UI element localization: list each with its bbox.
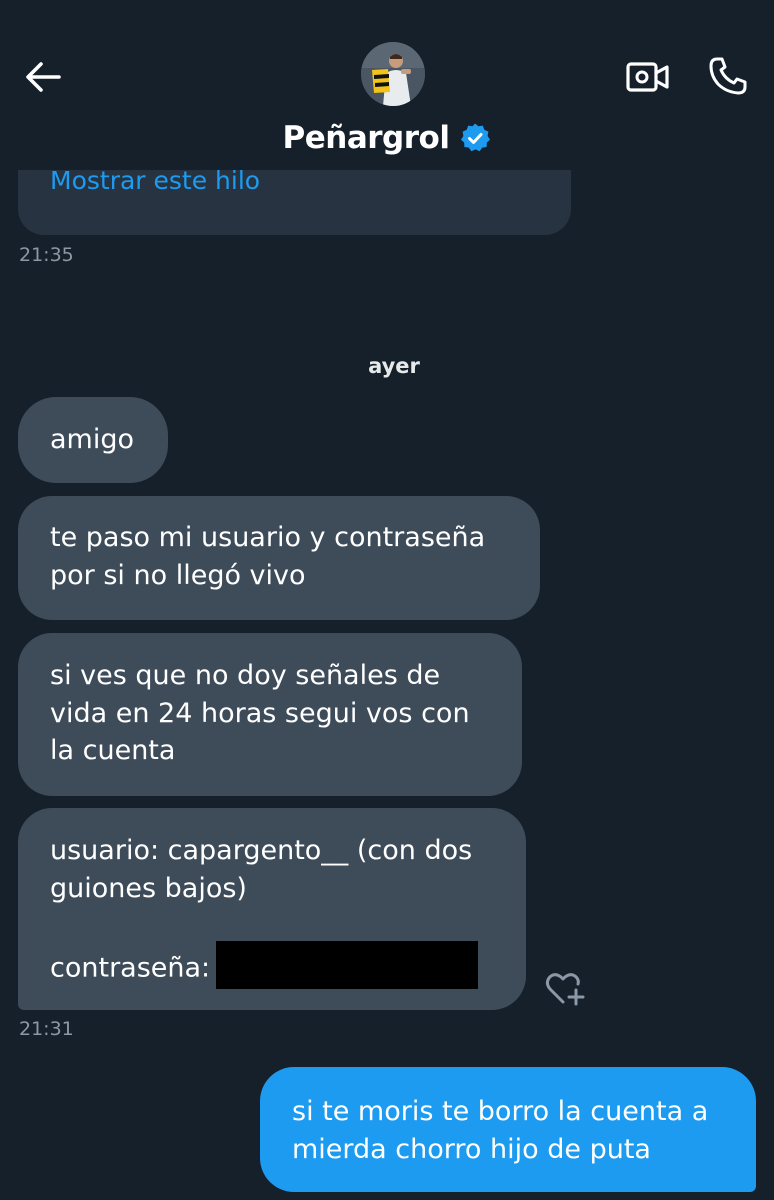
contact-avatar[interactable] [361, 42, 425, 106]
message-text: usuario: capargento__ (con dos [50, 835, 473, 866]
show-thread-link[interactable]: Mostrar este hilo [50, 166, 260, 195]
message-text: si ves que no doy señales de [50, 660, 441, 691]
message-text: la cuenta [50, 735, 176, 766]
redaction-bar [216, 940, 479, 989]
outgoing-message-bubble[interactable]: si te moris te borro la cuenta a mierda … [260, 1067, 756, 1192]
message-text: contraseña: [50, 952, 211, 983]
contact-name-row: Peñargrol [0, 120, 774, 156]
message-text: por si no llegó vivo [50, 559, 306, 591]
conversation-header: Peñargrol [0, 0, 774, 170]
message-text: guiones bajos) [50, 872, 247, 904]
message-text-line: contraseña: [50, 940, 496, 993]
message-timestamp: 21:35 [19, 244, 74, 266]
back-button[interactable] [20, 54, 66, 100]
message-timestamp: 21:31 [19, 1018, 74, 1040]
arrow-left-icon [26, 62, 61, 92]
add-reaction-button[interactable] [540, 966, 590, 1010]
incoming-message-bubble[interactable]: amigo [18, 397, 168, 483]
incoming-message-bubble[interactable]: te paso mi usuario y contraseña por si n… [18, 496, 540, 620]
incoming-message-bubble[interactable]: si ves que no doy señales de vida en 24 … [18, 633, 522, 796]
heart-plus-icon [545, 973, 585, 1006]
message-text: te paso mi usuario y contraseña [50, 522, 486, 553]
message-text: mierda chorro hijo de puta [292, 1133, 651, 1165]
day-separator: ayer [368, 354, 420, 378]
phone-call-icon [709, 57, 747, 95]
phone-call-button[interactable] [704, 52, 752, 100]
avatar-image [361, 42, 425, 106]
message-text: si te moris te borro la cuenta a [292, 1096, 709, 1127]
video-call-button[interactable] [622, 54, 674, 100]
verified-badge-icon [459, 122, 491, 154]
contact-name[interactable]: Peñargrol [283, 120, 450, 156]
incoming-message-bubble[interactable]: usuario: capargento__ (con dos guiones b… [18, 808, 526, 1010]
message-text: amigo [50, 424, 135, 455]
message-text: vida en 24 horas segui vos con [50, 697, 470, 729]
video-call-icon [626, 62, 669, 92]
